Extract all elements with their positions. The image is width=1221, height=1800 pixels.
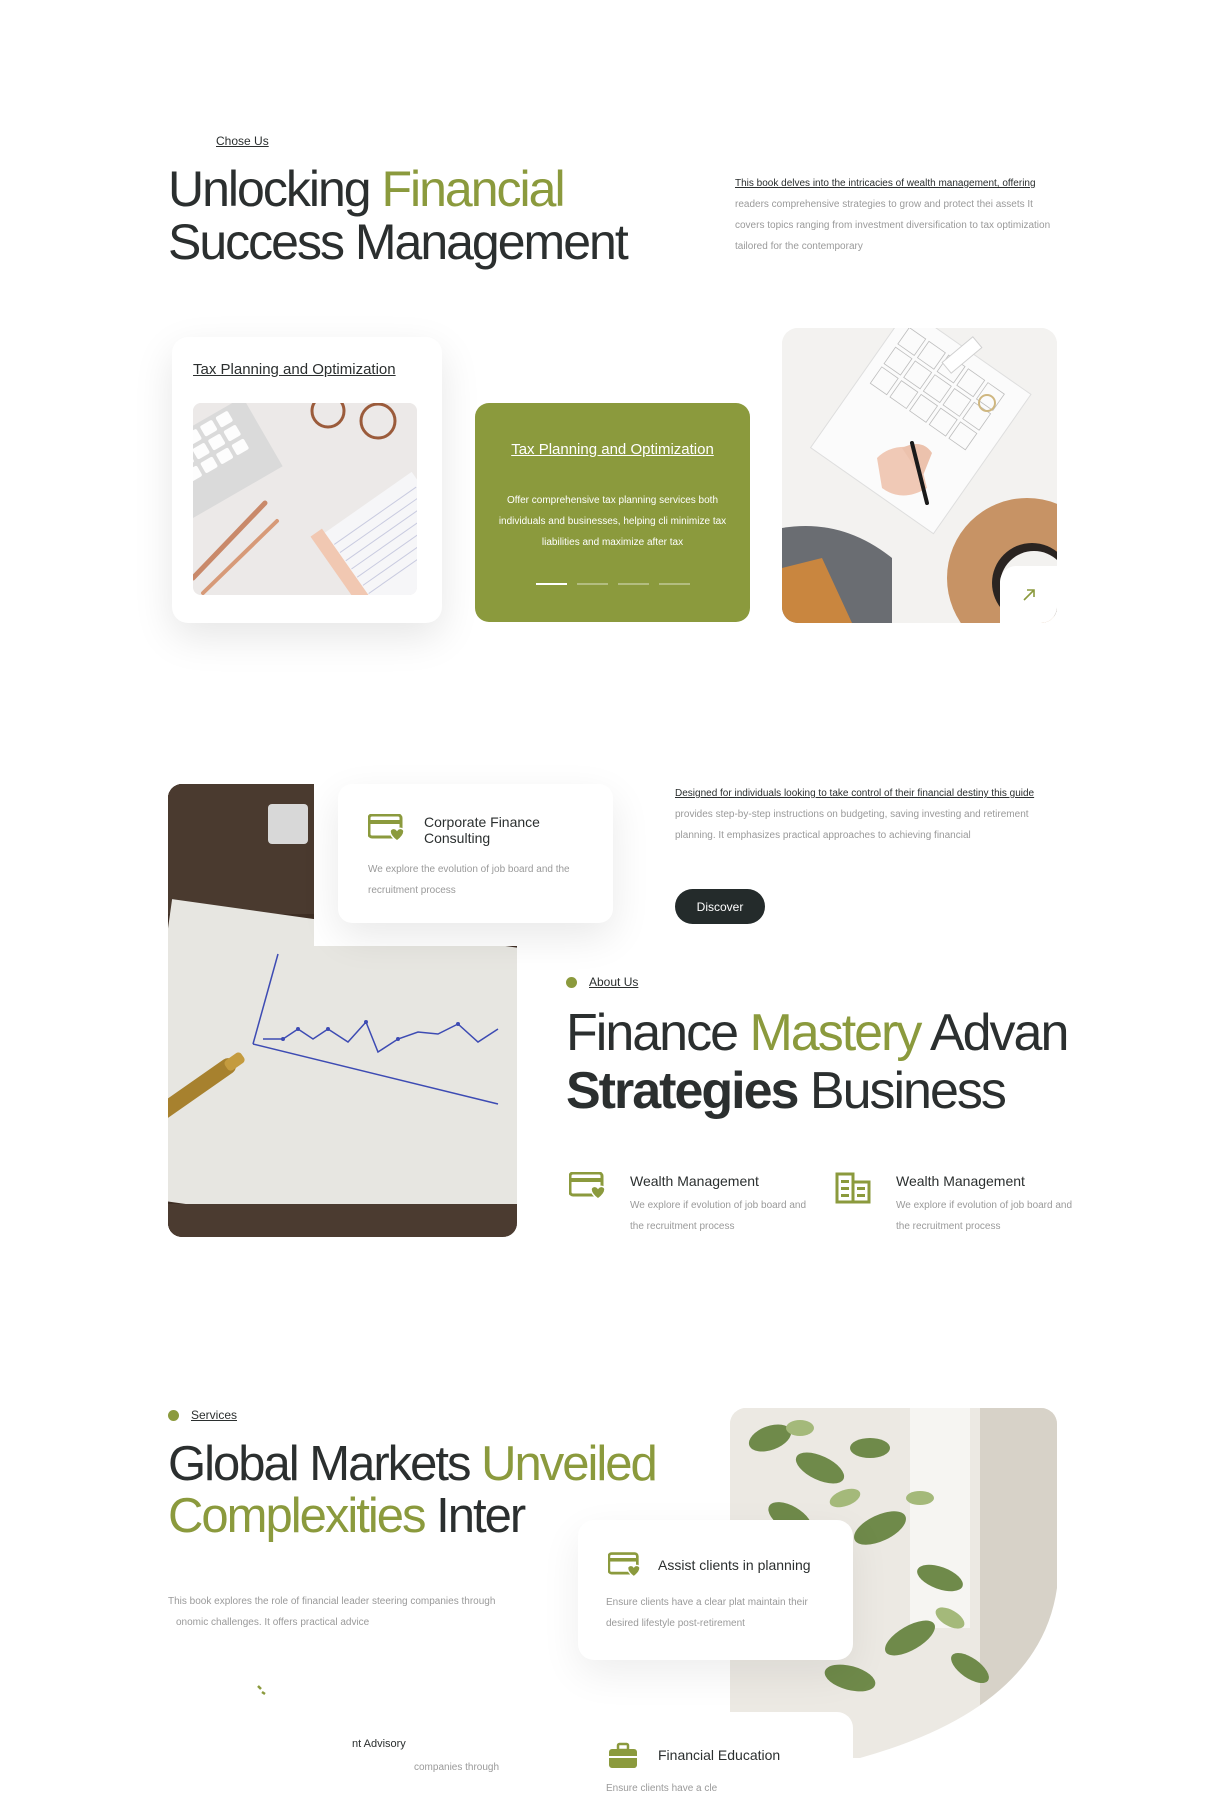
about-eyebrow: About Us xyxy=(566,975,638,989)
feature-wealth-management-2[interactable]: Wealth Management We explore if evolutio… xyxy=(835,1172,1085,1252)
card-description: Ensure clients have a clear plat maintai… xyxy=(606,1597,808,1629)
card-heart-icon xyxy=(367,813,405,849)
heading-text: Global Markets xyxy=(168,1437,482,1491)
heading-text: Finance xyxy=(566,1004,750,1062)
arrow-up-right-icon xyxy=(1022,588,1035,601)
card-heart-icon xyxy=(568,1171,606,1207)
feature-wealth-management[interactable]: Wealth Management We explore if evolutio… xyxy=(568,1171,819,1252)
pager-dot[interactable] xyxy=(659,583,690,585)
heading-accent: Financial xyxy=(381,161,565,217)
heading-accent: Unveiled xyxy=(481,1437,658,1491)
card-title[interactable]: Tax Planning and Optimization xyxy=(475,441,750,458)
card-description: We explore the evolution of job board an… xyxy=(368,864,570,896)
heading-text: Success xyxy=(168,214,355,270)
heading-line1: Unlocking Financial xyxy=(168,161,566,217)
card-description: Ensure clients have a cle xyxy=(606,1783,718,1794)
bullet-dot-icon xyxy=(168,1409,179,1421)
page-heading: Unlocking Financial Success Management xyxy=(168,161,629,270)
feature-description: We explore if evolution of job board and… xyxy=(896,1200,1073,1232)
heading-text: Inter xyxy=(424,1489,526,1543)
feature-description: We explore if evolution of job board and… xyxy=(630,1200,807,1232)
eyebrow-label: About Us xyxy=(589,975,639,989)
financial-education-card[interactable]: Financial Education Ensure clients have … xyxy=(578,1712,853,1800)
partial-service-desc: companies through xyxy=(414,1762,500,1773)
intro-rest: readers comprehensive strategies to grow… xyxy=(735,199,1051,252)
tax-planning-card[interactable]: Tax Planning and Optimization xyxy=(172,337,442,623)
intro-underlined: Designed for individuals looking to take… xyxy=(675,788,1035,799)
card-title[interactable]: Financial Education xyxy=(658,1747,780,1763)
card-title[interactable]: Tax Planning and Optimization xyxy=(193,361,396,378)
eyebrow-label: Services xyxy=(191,1408,238,1422)
planner-photo xyxy=(782,328,1057,623)
slider-pagination xyxy=(536,583,690,585)
card-title[interactable]: Assist clients in planning xyxy=(658,1557,811,1573)
intro-line1: This book explores the role of financial… xyxy=(168,1596,496,1607)
heading-accent: Mastery xyxy=(749,1004,922,1062)
feature-title[interactable]: Wealth Management xyxy=(630,1173,759,1189)
services-eyebrow: Services xyxy=(168,1408,237,1422)
assist-clients-card[interactable]: Assist clients in planning Ensure client… xyxy=(578,1520,853,1660)
discover-button[interactable]: Discover xyxy=(675,889,765,924)
intro-line2: onomic challenges. It offers practical a… xyxy=(176,1617,370,1628)
section-eyebrow: Chose Us xyxy=(216,134,269,148)
partial-service-title: nt Advisory xyxy=(352,1738,406,1750)
heading-bold: Management xyxy=(354,214,629,270)
feature-title[interactable]: Wealth Management xyxy=(896,1173,1025,1189)
briefcase-icon xyxy=(608,1742,638,1775)
heading-text: Unlocking xyxy=(168,161,382,217)
card-heart-icon xyxy=(607,1552,641,1585)
tax-planning-slider-card[interactable]: Tax Planning and Optimization Offer comp… xyxy=(475,403,750,622)
pager-dot[interactable] xyxy=(618,583,649,585)
about-heading: Finance Mastery Advan Strategies Busines… xyxy=(566,1004,1069,1120)
about-intro-paragraph: Designed for individuals looking to take… xyxy=(675,783,1065,846)
corporate-finance-card[interactable]: Corporate Finance Consulting We explore … xyxy=(338,784,613,923)
heading-text: Advan xyxy=(920,1004,1069,1062)
heading-line2: Success Management xyxy=(168,214,629,270)
services-intro: This book explores the role of financial… xyxy=(168,1591,528,1633)
bullet-dot-icon xyxy=(566,976,577,988)
building-icon xyxy=(835,1172,871,1209)
card-title[interactable]: Corporate Finance Consulting xyxy=(424,814,584,846)
heading-bold: Strategies xyxy=(566,1062,799,1120)
heading-accent: Complexities xyxy=(168,1489,426,1543)
open-link-button[interactable] xyxy=(1000,566,1057,623)
intro-paragraph: This book delves into the intricacies of… xyxy=(735,173,1055,257)
desk-keyboard-image xyxy=(193,403,417,595)
pager-dot[interactable] xyxy=(577,583,608,585)
intro-underlined: This book delves into the intricacies of… xyxy=(735,178,1036,189)
pager-dot-active[interactable] xyxy=(536,583,567,585)
card-description: Offer comprehensive tax planning service… xyxy=(498,495,727,548)
intro-rest: provides step-by-step instructions on bu… xyxy=(675,809,1029,841)
partial-icon xyxy=(256,1684,270,1698)
heading-text: Business xyxy=(797,1062,1007,1120)
